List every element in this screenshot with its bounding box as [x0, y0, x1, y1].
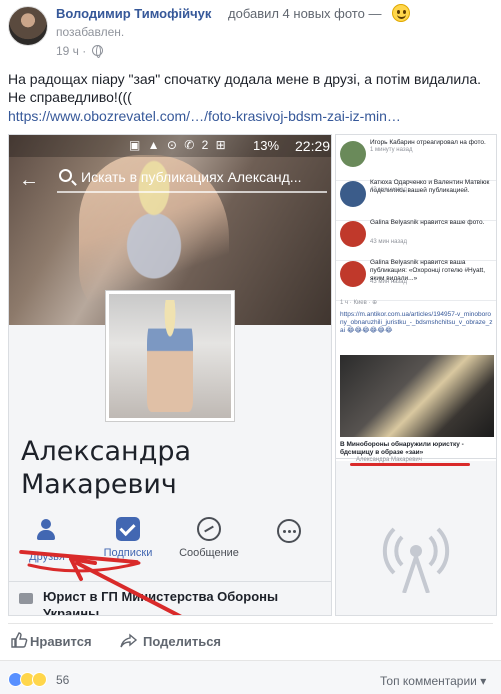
work-info: Юрист в ГП Министерства Обороны Украины — [43, 589, 279, 616]
phone-status-bar: ▣ ▲ ⊙ ✆ 2 ⊞ 13% 22:29 — [9, 135, 331, 157]
comment-sort-dropdown[interactable]: Топ комментарии ▾ — [380, 674, 486, 688]
notification-text: Игорь Кабарин отреагировал на фото. — [370, 139, 486, 146]
post-link[interactable]: https://www.obozrevatel.com/…/foto-krasi… — [8, 108, 401, 124]
profile-name: Александра Макаревич — [21, 436, 192, 500]
author-name-link[interactable]: Володимир Тимофійчук — [56, 6, 211, 21]
notification-avatar — [340, 181, 366, 207]
notification-text: Galina Belyasnik нравится ваше фото. — [370, 219, 485, 226]
divider — [9, 581, 331, 582]
notification-time: 1 минуту назад — [370, 147, 413, 153]
back-arrow-icon[interactable]: ← — [19, 169, 39, 192]
status-icons: ▣ ▲ ⊙ ✆ 2 ⊞ — [129, 138, 228, 152]
post-action-text: добавил 4 новых фото — — [228, 6, 382, 21]
red-underline-annotation-small — [350, 463, 470, 466]
photo-profile-screenshot[interactable]: ▣ ▲ ⊙ ✆ 2 ⊞ 13% 22:29 ← Искать в публика… — [8, 134, 332, 616]
notifications-screenshots-column[interactable]: Игорь Кабарин отреагировал на фото. 1 мин… — [335, 134, 497, 616]
message-button[interactable]: Сообщение — [173, 517, 245, 559]
globe-privacy-icon[interactable] — [92, 45, 103, 58]
reactions-bar: 56 Топ комментарии ▾ — [0, 661, 501, 694]
thumbs-up-icon[interactable] — [10, 631, 28, 649]
profile-picture-figure — [147, 300, 193, 412]
more-options-icon[interactable] — [277, 519, 301, 543]
follow-check-icon — [116, 517, 140, 541]
notification-avatar — [340, 261, 366, 287]
search-icon — [59, 169, 72, 182]
message-label: Сообщение — [179, 547, 239, 559]
battery-level: 13% — [253, 138, 280, 153]
author-avatar[interactable] — [8, 6, 48, 46]
smile-emoji-icon — [392, 4, 410, 22]
share-arrow-icon[interactable] — [120, 632, 138, 650]
profile-picture-background — [109, 294, 231, 418]
article-url[interactable]: https://m.antikor.com.ua/articles/194957… — [340, 311, 494, 335]
post-timestamp[interactable]: 19 ч · — [56, 44, 86, 58]
post-text-line-2: Не справедливо!((( — [8, 89, 132, 105]
feeling-text: позабавлен. — [56, 25, 125, 39]
divider — [8, 623, 493, 624]
profile-search-bar[interactable]: Искать в публикациях Александ... — [57, 165, 327, 193]
search-placeholder: Искать в публикациях Александ... — [81, 169, 302, 185]
third-screenshot[interactable]: Александра Макаревич — [336, 457, 496, 615]
notification-avatar — [340, 221, 366, 247]
article-share-screenshot[interactable]: 1 ч · Киев · ⊕ https://m.antikor.com.ua/… — [336, 299, 496, 459]
briefcase-icon — [19, 593, 33, 604]
notification-time: 43 мин назад — [370, 239, 407, 245]
profile-picture[interactable] — [106, 291, 234, 421]
messenger-icon — [197, 517, 221, 541]
wow-reaction-icon[interactable] — [32, 672, 47, 687]
broadcast-placeholder-icon — [382, 527, 450, 593]
post-text-line-1: На радощах піару "зая" спочатку додала м… — [8, 71, 482, 87]
notification-time: 43 мин назад — [370, 279, 407, 285]
like-button[interactable]: Нравится — [30, 634, 92, 649]
notification-item[interactable]: Galina Belyasnik нравится ваша публикаци… — [336, 255, 496, 301]
friends-icon — [33, 517, 61, 545]
share-button[interactable]: Поделиться — [143, 634, 221, 649]
article-image — [340, 355, 494, 437]
notification-time: 43 мин назад — [370, 187, 407, 193]
notification-avatar — [340, 141, 366, 167]
status-time: 22:29 — [295, 138, 331, 154]
reaction-count[interactable]: 56 — [56, 673, 69, 687]
article-meta: 1 ч · Киев · ⊕ — [340, 300, 378, 306]
following-button[interactable]: Подписки — [92, 517, 164, 559]
article-title[interactable]: В Минобороны обнаружили юристку - бдсмщи… — [340, 441, 494, 457]
